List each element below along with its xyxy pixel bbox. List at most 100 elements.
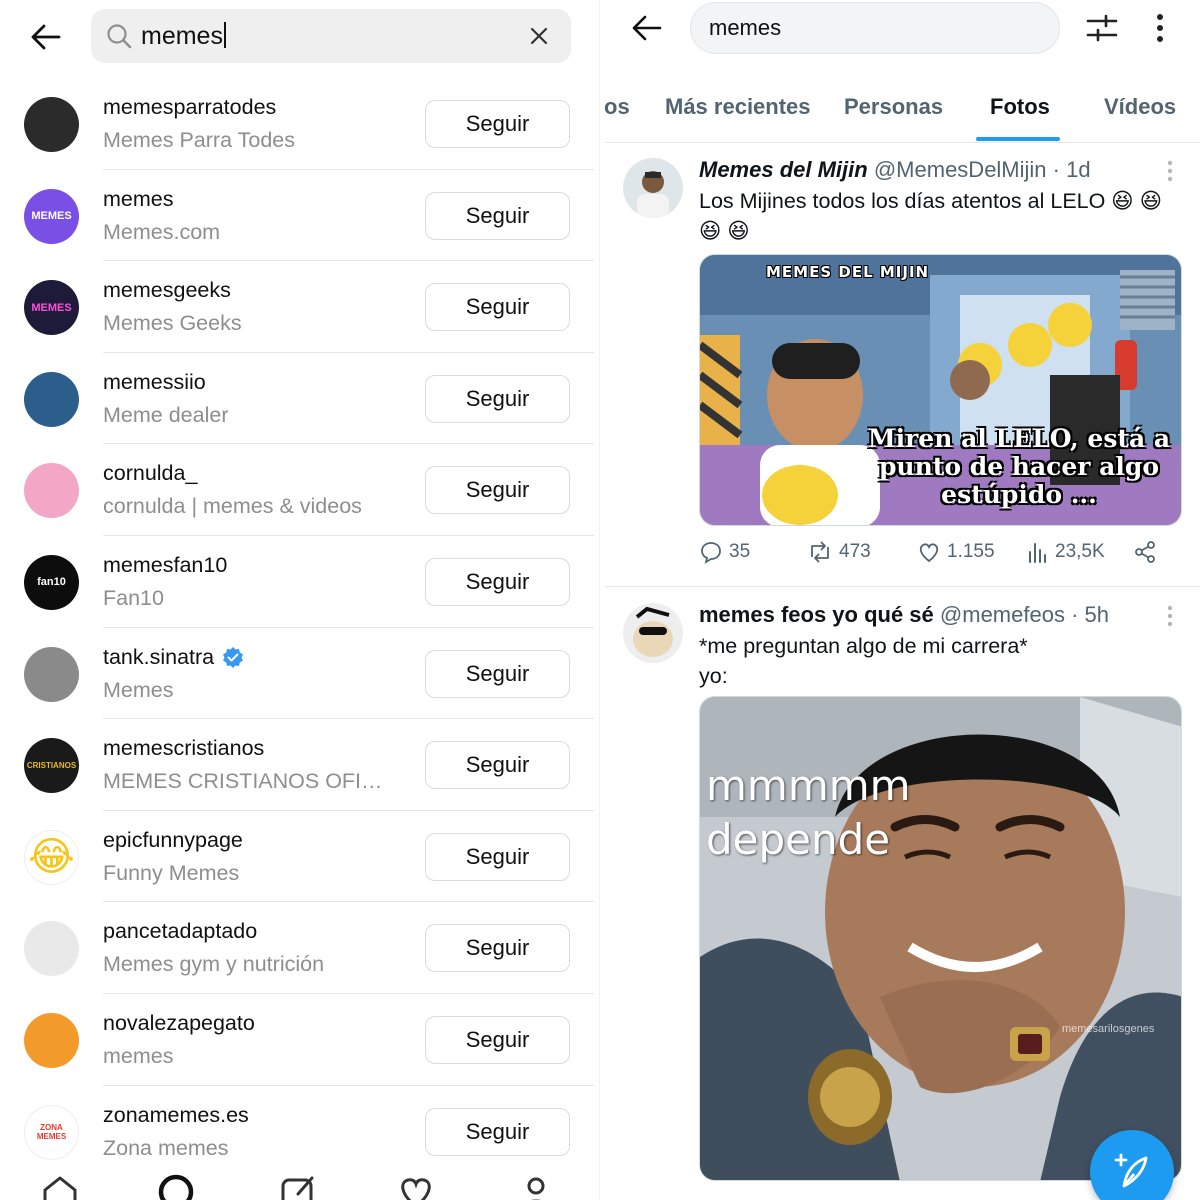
follow-button[interactable]: Seguir <box>425 832 570 881</box>
search-result-row[interactable]: tank.sinatra Memes Seguir <box>0 628 600 720</box>
username-text: memessiio <box>103 369 206 394</box>
display-name[interactable]: memes feos yo qué sé <box>699 602 934 627</box>
heart-icon[interactable] <box>394 1170 438 1200</box>
separator-dot: · <box>1052 157 1060 182</box>
avatar[interactable]: 😂 <box>24 829 79 885</box>
result-username[interactable]: zonamemes.es <box>103 1103 249 1128</box>
search-result-row[interactable]: fan10 memesfan10 Fan10 Seguir <box>0 536 600 628</box>
search-result-row[interactable]: MEMES memes Memes.com Seguir <box>0 170 600 262</box>
avatar[interactable] <box>623 158 683 218</box>
home-icon[interactable] <box>38 1170 82 1200</box>
result-username[interactable]: tank.sinatra <box>103 645 244 670</box>
search-result-row[interactable]: CRISTIANOS memescristianos MEMES CRISTIANO… <box>0 719 600 811</box>
follow-button[interactable]: Seguir <box>425 1015 570 1064</box>
search-nav-icon[interactable] <box>154 1170 198 1200</box>
tweet-image[interactable]: mmmmm depende memesarilosgenes <box>699 696 1182 1181</box>
search-input[interactable]: memes <box>141 22 525 51</box>
follow-button[interactable]: Seguir <box>425 1107 570 1156</box>
follow-button[interactable]: Seguir <box>425 741 570 790</box>
follow-button[interactable]: Seguir <box>425 283 570 332</box>
result-username[interactable]: cornulda_ <box>103 461 197 486</box>
search-result-row[interactable]: pancetadaptado Memes gym y nutrición Segui… <box>0 902 600 994</box>
avatar[interactable] <box>24 646 79 702</box>
image-watermark: memesarilosgenes <box>1062 1023 1155 1035</box>
create-post-icon[interactable] <box>276 1170 320 1200</box>
search-input[interactable]: memes <box>690 2 1060 54</box>
follow-button[interactable]: Seguir <box>425 100 570 148</box>
tab-top[interactable]: os <box>604 94 630 120</box>
share-icon <box>1135 541 1155 563</box>
avatar-glyph: 😂 <box>28 835 75 880</box>
avatar[interactable]: ZONA MEMES <box>24 1104 79 1160</box>
search-result-row[interactable]: MEMES memesgeeks Memes Geeks Seguir <box>0 261 600 353</box>
compose-feather-icon <box>1114 1153 1148 1188</box>
tab-videos[interactable]: Vídeos <box>1104 94 1176 120</box>
avatar[interactable] <box>24 921 79 977</box>
image-watermark: MEMES DEL MIJIN <box>766 263 930 281</box>
display-name[interactable]: Memes del Mijin <box>699 157 868 182</box>
result-username[interactable]: memescristianos <box>103 736 264 761</box>
search-result-row[interactable]: novalezapegato memes Seguir <box>0 994 600 1086</box>
clear-search-icon[interactable] <box>525 22 553 50</box>
avatar[interactable] <box>24 463 79 519</box>
retweet-button[interactable]: 473 <box>807 540 871 564</box>
follow-button[interactable]: Seguir <box>425 557 570 606</box>
result-username[interactable]: memesparratodes <box>103 95 276 120</box>
share-button[interactable] <box>1133 540 1157 564</box>
tweet-image[interactable]: MEMES DEL MIJIN Miren al LELO, está a pu… <box>699 254 1182 526</box>
tab-photos[interactable]: Fotos <box>990 94 1050 120</box>
search-result-row[interactable]: memessiio Meme dealer Seguir <box>0 353 600 445</box>
result-username[interactable]: pancetadaptado <box>103 919 257 944</box>
result-username[interactable]: memesgeeks <box>103 278 231 303</box>
tweet-menu-icon[interactable] <box>1162 158 1178 184</box>
search-result-row[interactable]: 😂 epicfunnypage Funny Memes Seguir <box>0 811 600 903</box>
like-button[interactable]: 1.155 <box>917 540 995 564</box>
follow-button[interactable]: Seguir <box>425 924 570 973</box>
avatar[interactable] <box>623 603 683 663</box>
back-arrow-icon[interactable] <box>626 10 668 46</box>
username-text: pancetadaptado <box>103 919 258 944</box>
handle[interactable]: @memefeos <box>940 602 1065 627</box>
follow-button[interactable]: Seguir <box>425 191 570 240</box>
instagram-search-panel: memes memesparratodes Memes Parra Todes Se… <box>0 0 600 1200</box>
profile-icon[interactable] <box>514 1170 558 1200</box>
handle[interactable]: @MemesDelMijin <box>874 157 1047 182</box>
reply-button[interactable]: 35 <box>699 540 750 564</box>
tweet[interactable]: Memes del Mijin @MemesDelMijin · 1d Los … <box>605 150 1200 585</box>
views-button[interactable]: 23,5K <box>1027 540 1105 564</box>
tab-people[interactable]: Personas <box>844 94 943 120</box>
result-username[interactable]: epicfunnypage <box>103 828 243 853</box>
avatar-glyph: fan10 <box>37 576 66 589</box>
back-arrow-icon[interactable] <box>26 20 66 54</box>
avatar[interactable]: MEMES <box>24 280 79 336</box>
follow-button[interactable]: Seguir <box>425 649 570 698</box>
search-bar[interactable]: memes <box>91 9 571 63</box>
result-username[interactable]: memes <box>103 187 173 212</box>
avatar[interactable] <box>24 1012 79 1068</box>
tweet-menu-icon[interactable] <box>1162 603 1178 629</box>
avatar[interactable]: CRISTIANOS <box>24 738 79 794</box>
search-result-row[interactable]: cornulda_ cornulda | memes & videos Seguir <box>0 444 600 536</box>
avatar[interactable]: fan10 <box>24 554 79 610</box>
username-text: tank.sinatra <box>103 644 215 669</box>
search-result-row[interactable]: memesparratodes Memes Parra Todes Seguir <box>0 78 600 170</box>
result-username[interactable]: novalezapegato <box>103 1011 255 1036</box>
follow-button[interactable]: Seguir <box>425 374 570 423</box>
avatar[interactable] <box>24 97 79 152</box>
result-username[interactable]: memessiio <box>103 370 206 395</box>
active-tab-indicator <box>976 137 1060 141</box>
separator-dot: · <box>1071 602 1079 627</box>
tweet-text-line: yo: <box>699 664 728 688</box>
more-options-icon[interactable] <box>1146 10 1174 46</box>
follow-button[interactable]: Seguir <box>425 466 570 515</box>
tweet[interactable]: memes feos yo qué sé @memefeos · 5h *me … <box>605 595 1200 1200</box>
filter-sliders-icon[interactable] <box>1082 10 1122 46</box>
avatar[interactable]: MEMES <box>24 188 79 244</box>
tweet-header: memes feos yo qué sé @memefeos · 5h <box>699 602 1109 628</box>
result-subtitle: MEMES CRISTIANOS OFICI... <box>103 769 393 794</box>
avatar[interactable] <box>24 371 79 427</box>
result-username[interactable]: memesfan10 <box>103 553 227 578</box>
username-text: cornulda_ <box>103 461 198 486</box>
tab-latest[interactable]: Más recientes <box>665 94 811 120</box>
bottom-navigation <box>0 1160 600 1200</box>
